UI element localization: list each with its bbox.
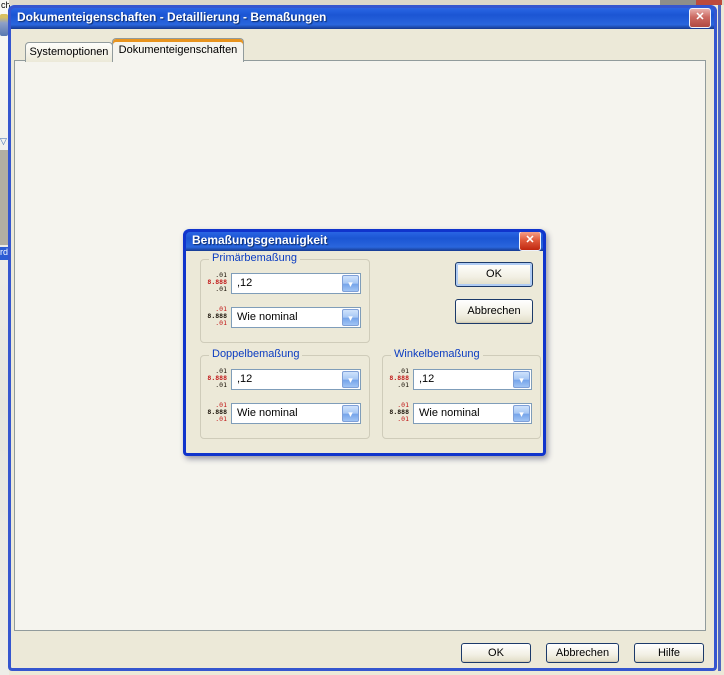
dual-tolerance-dropdown[interactable]: Wie nominal ▾ — [231, 403, 361, 424]
close-icon[interactable]: ✕ — [519, 231, 541, 251]
filter-funnel-icon: ▽ — [0, 136, 7, 146]
chevron-down-icon[interactable]: ▾ — [342, 371, 359, 388]
primary-precision-dropdown[interactable]: ,12 ▾ — [231, 273, 361, 294]
background-window-border — [718, 5, 721, 671]
angle-precision-dropdown[interactable]: ,12 ▾ — [413, 369, 532, 390]
chevron-down-icon[interactable]: ▾ — [513, 405, 530, 422]
precision-icon: .01 8.888.01 — [389, 367, 409, 389]
tolerance-precision-icon: .01 8.888.01 — [389, 401, 409, 423]
group-title: Winkelbemaßung — [391, 348, 483, 361]
tab-systemoptionen[interactable]: Systemoptionen — [25, 42, 113, 62]
chevron-down-icon[interactable]: ▾ — [342, 405, 359, 422]
precision-icon: .01 8.888.01 — [207, 271, 227, 293]
chevron-down-icon[interactable]: ▾ — [513, 371, 530, 388]
dual-precision-dropdown[interactable]: ,12 ▾ — [231, 369, 361, 390]
angle-dimension-precision-group: Winkelbemaßung .01 8.888.01 ,12 ▾ .01 8.88… — [382, 348, 541, 439]
screen: ch ▽ rd Dokumenteigenschaften - Detailli… — [0, 0, 724, 675]
precision-icon: .01 8.888.01 — [207, 367, 227, 389]
chevron-down-icon[interactable]: ▾ — [342, 275, 359, 292]
primary-dimension-group: Primärbemaßung .01 8.888.01 ,12 ▾ .01 8.88… — [200, 252, 370, 343]
tab-dokumenteigenschaften[interactable]: Dokumenteigenschaften — [112, 38, 244, 62]
modal-cancel-button[interactable]: Abbrechen — [455, 299, 533, 324]
bemassungsgenauigkeit-dialog: Bemaßungsgenauigkeit ✕ Primärbemaßung .0… — [183, 229, 546, 456]
close-icon[interactable]: ✕ — [689, 8, 711, 28]
modal-titlebar[interactable]: Bemaßungsgenauigkeit ✕ — [183, 229, 546, 251]
group-title: Doppelbemaßung — [209, 348, 303, 361]
tolerance-precision-icon: .01 8.888.01 — [207, 401, 227, 423]
tab-label: Systemoptionen — [29, 46, 109, 58]
primary-tolerance-dropdown[interactable]: Wie nominal ▾ — [231, 307, 361, 328]
printer-icon — [0, 14, 8, 36]
help-button[interactable]: Hilfe — [634, 643, 704, 663]
dialog-titlebar[interactable]: Dokumenteigenschaften - Detaillierung - … — [8, 5, 717, 29]
dual-dimension-precision-group: Doppelbemaßung .01 8.888.01 ,12 ▾ .01 8.88… — [200, 348, 370, 439]
ok-button[interactable]: OK — [461, 643, 531, 663]
chevron-down-icon[interactable]: ▾ — [342, 309, 359, 326]
tab-label: Dokumenteigenschaften — [118, 44, 238, 56]
group-title: Primärbemaßung — [209, 252, 300, 265]
modal-ok-button[interactable]: OK — [455, 262, 533, 287]
dialog-title: Dokumenteigenschaften - Detaillierung - … — [17, 10, 327, 24]
cancel-button[interactable]: Abbrechen — [546, 643, 619, 663]
tolerance-precision-icon: .01 8.888.01 — [207, 305, 227, 327]
angle-tolerance-dropdown[interactable]: Wie nominal ▾ — [413, 403, 532, 424]
modal-title: Bemaßungsgenauigkeit — [192, 233, 328, 247]
